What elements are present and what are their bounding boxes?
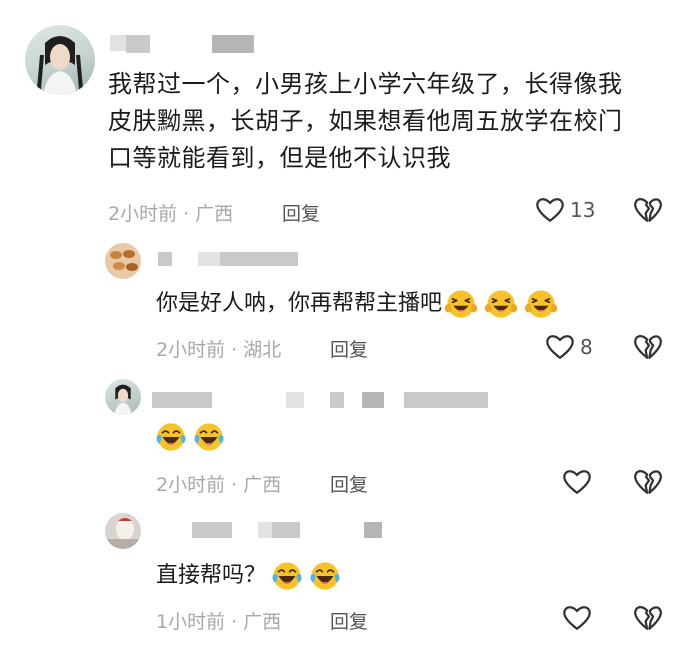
reply-button[interactable]: 回复 (330, 607, 368, 634)
username-redacted[interactable] (110, 35, 126, 51)
comment-meta: 2小时前 · 广西 (108, 199, 233, 226)
broken-heart-icon (633, 196, 663, 223)
comment-line: 口等就能看到，但是他不认识我 (108, 144, 451, 172)
location: 广西 (243, 611, 282, 633)
location: 湖北 (243, 339, 282, 361)
broken-heart-icon (633, 468, 663, 495)
avatar[interactable] (25, 25, 95, 95)
dislike-button[interactable] (633, 468, 663, 499)
avatar-photo-icon (105, 518, 141, 549)
like-count: 13 (570, 197, 596, 222)
dislike-button[interactable] (633, 604, 663, 635)
tears-of-joy-emoji (270, 559, 304, 593)
avatar-portrait-icon (114, 384, 132, 415)
comment-body: 你是好人呐，你再帮帮主播吧 (156, 291, 443, 316)
comment-body: 直接帮吗？ (156, 563, 267, 588)
username-redacted[interactable] (152, 392, 212, 408)
heart-outline-icon (562, 604, 592, 631)
comment-text: 直接帮吗？ (156, 559, 342, 593)
like-button[interactable]: 8 (545, 333, 593, 360)
laughing-squint-emoji (524, 287, 558, 321)
reply-button[interactable]: 回复 (330, 335, 368, 362)
like-count: 8 (580, 334, 593, 359)
username-redacted (272, 522, 300, 538)
dislike-button[interactable] (633, 333, 663, 364)
location: 广西 (243, 474, 282, 496)
comment-line: 我帮过一个，小男孩上小学六年级了，长得像我 (108, 70, 623, 98)
reply-button[interactable]: 回复 (330, 470, 368, 497)
avatar[interactable] (105, 379, 141, 415)
heart-outline-icon (535, 196, 565, 223)
timestamp: 2小时前 (156, 339, 226, 361)
comment-meta: 2小时前 · 广西 (156, 470, 281, 497)
username-redacted (330, 392, 344, 408)
username-redacted[interactable] (158, 252, 172, 266)
separator: · (231, 339, 238, 361)
username-redacted (362, 392, 384, 408)
comment-meta: 2小时前 · 湖北 (156, 335, 281, 362)
reply-button[interactable]: 回复 (282, 199, 320, 226)
username-redacted (404, 392, 488, 408)
comment-text: 你是好人呐，你再帮帮主播吧 (156, 287, 558, 321)
avatar[interactable] (105, 243, 141, 279)
dislike-button[interactable] (633, 196, 663, 227)
broken-heart-icon (633, 604, 663, 631)
comment-meta: 1小时前 · 广西 (156, 607, 281, 634)
tears-of-joy-emoji (192, 420, 226, 454)
like-button[interactable] (562, 604, 592, 635)
laughing-squint-emoji (484, 287, 518, 321)
timestamp: 2小时前 (156, 474, 226, 496)
heart-outline-icon (545, 333, 575, 360)
avatar-food-icon (110, 250, 138, 271)
tears-of-joy-emoji (154, 420, 188, 454)
location: 广西 (195, 203, 234, 225)
username-redacted (286, 392, 304, 408)
username-redacted (364, 522, 382, 538)
like-button[interactable]: 13 (535, 196, 595, 223)
comment-text: 我帮过一个，小男孩上小学六年级了，长得像我 皮肤黝黑，长胡子，如果想看他周五放学… (108, 66, 668, 177)
comment-emojis (154, 420, 226, 454)
username-redacted (258, 522, 272, 538)
heart-outline-icon (562, 468, 592, 495)
tears-of-joy-emoji (308, 559, 342, 593)
like-button[interactable] (562, 468, 592, 499)
username-redacted (198, 252, 220, 266)
username-redacted (212, 35, 254, 53)
broken-heart-icon (633, 333, 663, 360)
separator: · (231, 474, 238, 496)
laughing-squint-emoji (444, 287, 478, 321)
timestamp: 1小时前 (156, 611, 226, 633)
comment-line: 皮肤黝黑，长胡子，如果想看他周五放学在校门 (108, 107, 623, 135)
username-redacted[interactable] (192, 522, 232, 538)
separator: · (231, 611, 238, 633)
separator: · (183, 203, 190, 225)
username-redacted (220, 252, 298, 266)
avatar-portrait-icon (37, 36, 83, 95)
timestamp: 2小时前 (108, 203, 178, 225)
avatar[interactable] (105, 513, 141, 549)
username-redacted (126, 35, 150, 53)
